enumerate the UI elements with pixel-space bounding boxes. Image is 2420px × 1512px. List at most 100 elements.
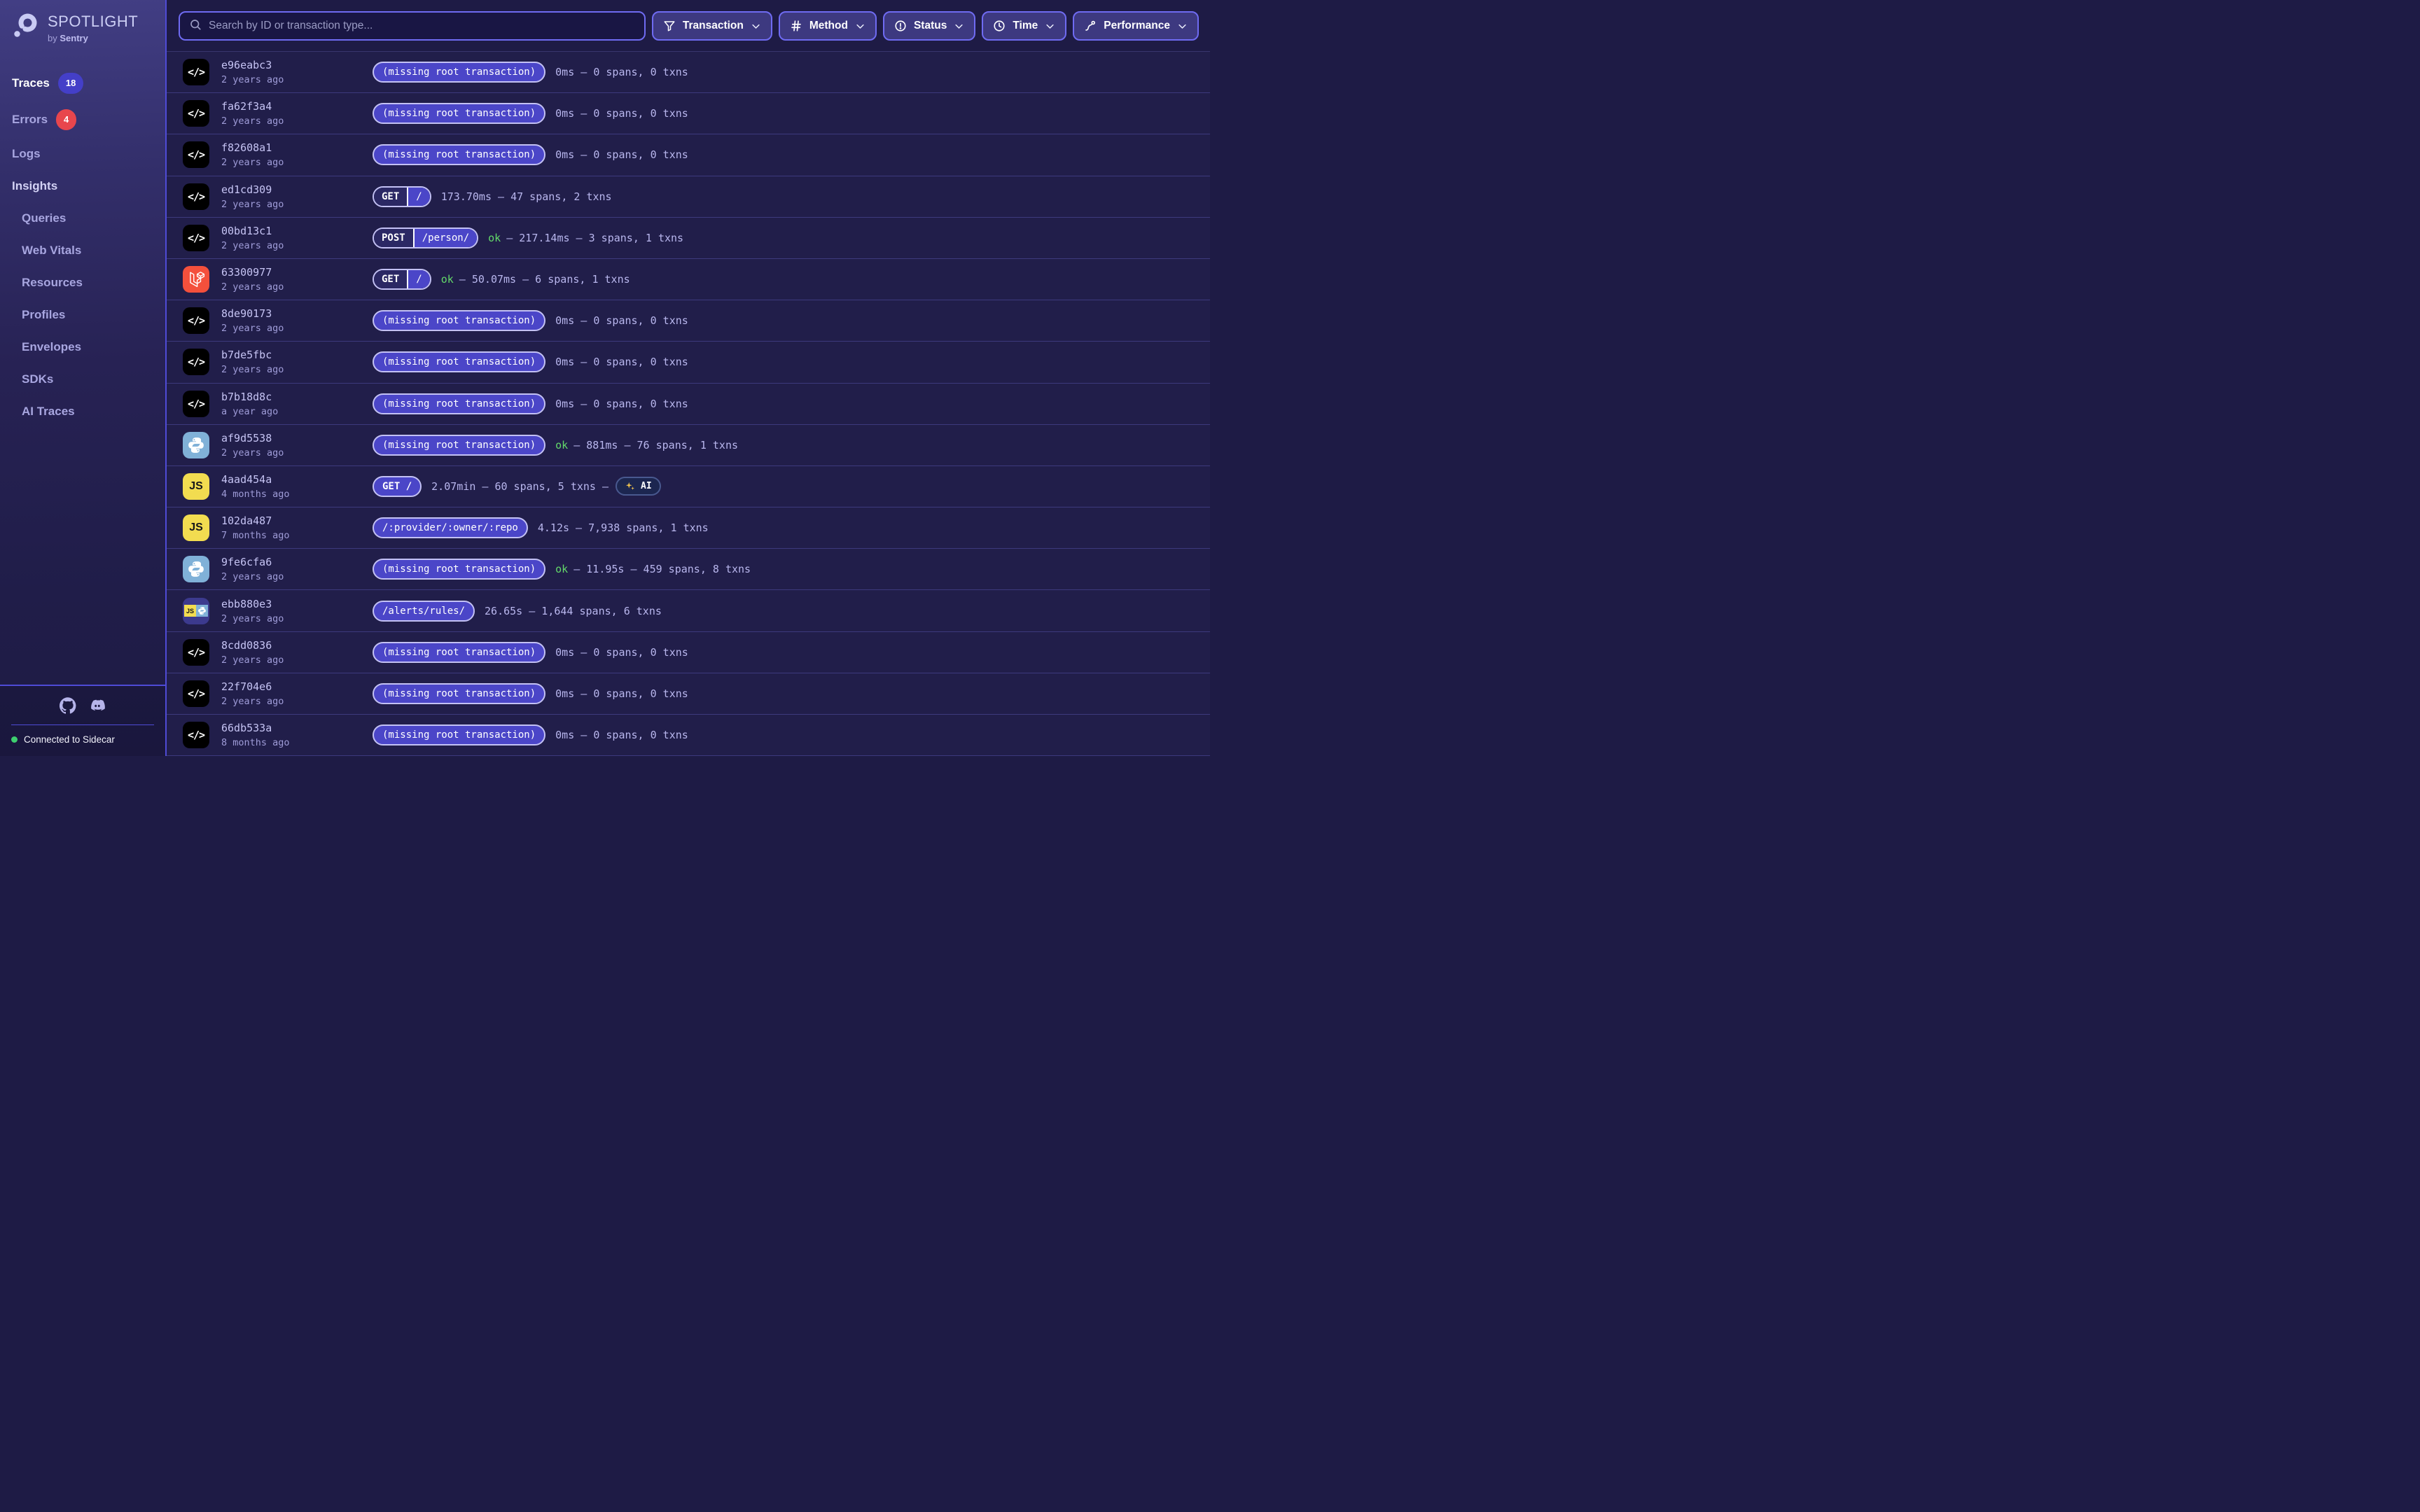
trace-row[interactable]: 633009772 years agoGET/ok— 50.07ms — 6 s… xyxy=(167,259,1210,300)
trace-id: af9d5538 xyxy=(221,432,373,444)
trace-row[interactable]: JSebb880e32 years ago/alerts/rules/26.65… xyxy=(167,590,1210,631)
trace-id: b7b18d8c xyxy=(221,391,373,403)
filter-button-time[interactable]: Time xyxy=(982,11,1066,41)
trace-meta: 8cdd08362 years ago xyxy=(221,639,373,666)
sidebar-item-queries[interactable]: Queries xyxy=(0,202,165,234)
code-icon: </> xyxy=(183,307,209,334)
sidebar-item-label: Profiles xyxy=(22,307,65,323)
trace-row[interactable]: </>22f704e62 years ago(missing root tran… xyxy=(167,673,1210,715)
trace-row[interactable]: </>fa62f3a42 years ago(missing root tran… xyxy=(167,93,1210,134)
stats-text: 0ms — 0 spans, 0 txns xyxy=(555,646,688,659)
chevron-down-icon xyxy=(855,21,865,31)
trace-stats: 0ms — 0 spans, 0 txns xyxy=(555,356,688,368)
sidebar-item-traces[interactable]: Traces18 xyxy=(0,65,165,102)
filter-button-method[interactable]: Method xyxy=(779,11,877,41)
sidebar-item-logs[interactable]: Logs xyxy=(0,138,165,170)
trace-age: 2 years ago xyxy=(221,115,373,127)
trace-row[interactable]: af9d55382 years ago(missing root transac… xyxy=(167,425,1210,466)
search-input[interactable] xyxy=(209,20,635,32)
trace-meta: ebb880e32 years ago xyxy=(221,598,373,624)
code-icon: </> xyxy=(183,141,209,168)
filter-bar: Transaction MethodStatusTime Performance xyxy=(652,11,1199,41)
trace-row[interactable]: </>b7de5fbc2 years ago(missing root tran… xyxy=(167,342,1210,383)
trace-meta: fa62f3a4 2 years ago xyxy=(221,100,373,127)
python-icon xyxy=(196,605,208,617)
main-panel: Transaction MethodStatusTime Performance <… xyxy=(167,0,1210,756)
trace-age: 2 years ago xyxy=(221,199,373,210)
github-icon[interactable] xyxy=(60,697,76,714)
method-segment: POST xyxy=(374,229,415,247)
trace-meta: 102da4877 months ago xyxy=(221,514,373,541)
trace-id: fa62f3a4 xyxy=(221,100,373,113)
trace-id: 22f704e6 xyxy=(221,680,373,693)
sidebar-item-label: Envelopes xyxy=(22,339,81,356)
method-segment: GET xyxy=(374,270,408,288)
search-box xyxy=(179,11,646,41)
transaction-badge: POST/person/ xyxy=(373,227,478,248)
trace-stats: 0ms — 0 spans, 0 txns xyxy=(555,729,688,741)
trace-age: 7 months ago xyxy=(221,530,373,541)
trace-stats: 2.07min — 60 spans, 5 txns — xyxy=(431,480,609,493)
clock-icon xyxy=(993,20,1006,32)
trace-row[interactable]: </>00bd13c12 years agoPOST/person/ok— 21… xyxy=(167,218,1210,259)
code-icon: </> xyxy=(183,349,209,375)
code-icon: </> xyxy=(183,183,209,210)
hash-icon xyxy=(790,20,802,32)
trace-row[interactable]: </>b7b18d8ca year ago(missing root trans… xyxy=(167,384,1210,425)
trace-id: f82608a1 xyxy=(221,141,373,154)
sidebar-item-resources[interactable]: Resources xyxy=(0,267,165,299)
footer-divider xyxy=(11,724,154,725)
ai-badge: AI xyxy=(616,477,661,496)
trace-row[interactable]: 9fe6cfa62 years ago(missing root transac… xyxy=(167,549,1210,590)
sidebar-item-insights[interactable]: Insights xyxy=(0,170,165,202)
filter-button-transaction[interactable]: Transaction xyxy=(652,11,772,41)
trace-meta: 4aad454a4 months ago xyxy=(221,473,373,500)
sidebar-item-envelopes[interactable]: Envelopes xyxy=(0,331,165,363)
sidebar-item-label: SDKs xyxy=(22,371,53,388)
sidebar-item-sdks[interactable]: SDKs xyxy=(0,363,165,396)
sidebar-item-label: Resources xyxy=(22,274,83,291)
ai-badge-label: AI xyxy=(641,481,652,491)
sidebar-item-ai-traces[interactable]: AI Traces xyxy=(0,396,165,428)
stats-text: 0ms — 0 spans, 0 txns xyxy=(555,687,688,700)
trace-age: 2 years ago xyxy=(221,323,373,334)
sidebar-item-label: Insights xyxy=(12,178,57,195)
trace-row[interactable]: </>8cdd08362 years ago(missing root tran… xyxy=(167,632,1210,673)
trace-row[interactable]: JS4aad454a4 months agoGET /2.07min — 60 … xyxy=(167,466,1210,507)
stats-text: 0ms — 0 spans, 0 txns xyxy=(555,356,688,368)
path-segment: /person/ xyxy=(415,229,477,247)
trace-meta: 8de901732 years ago xyxy=(221,307,373,334)
trace-row[interactable]: </>e96eabc32 years ago(missing root tran… xyxy=(167,52,1210,93)
trace-stats: 0ms — 0 spans, 0 txns xyxy=(555,646,688,659)
trace-age: 2 years ago xyxy=(221,240,373,251)
trace-stats: 0ms — 0 spans, 0 txns xyxy=(555,687,688,700)
sidebar-item-web-vitals[interactable]: Web Vitals xyxy=(0,234,165,267)
spotlight-app: SPOTLIGHT by Sentry Traces18Errors4LogsI… xyxy=(0,0,1210,756)
trace-row[interactable]: </> 8de901732 years ago(missing root tran… xyxy=(167,300,1210,342)
trace-row[interactable]: </>66db533a8 months ago(missing root tra… xyxy=(167,715,1210,756)
trace-row[interactable]: </>f82608a12 years ago(missing root tran… xyxy=(167,134,1210,176)
discord-icon[interactable] xyxy=(89,697,106,714)
trace-stats: 0ms — 0 spans, 0 txns xyxy=(555,107,688,120)
funnel-icon xyxy=(663,20,676,32)
filter-button-status[interactable]: Status xyxy=(883,11,975,41)
trace-meta: 9fe6cfa62 years ago xyxy=(221,556,373,582)
stats-text: — 881ms — 76 spans, 1 txns xyxy=(573,439,738,451)
sidebar-item-errors[interactable]: Errors4 xyxy=(0,102,165,138)
sidebar-count-badge: 4 xyxy=(56,109,76,130)
stats-text: 0ms — 0 spans, 0 txns xyxy=(555,148,688,161)
filter-label: Transaction xyxy=(683,20,744,32)
trace-meta: 633009772 years ago xyxy=(221,266,373,293)
trace-id: 9fe6cfa6 xyxy=(221,556,373,568)
stats-text: — 217.14ms — 3 spans, 1 txns xyxy=(506,232,683,244)
missing-root-transaction-badge: (missing root transaction) xyxy=(373,310,545,331)
sidebar-item-profiles[interactable]: Profiles xyxy=(0,299,165,331)
trace-row[interactable]: JS102da4877 months ago/:provider/:owner/… xyxy=(167,507,1210,549)
trace-row[interactable]: </>ed1cd3092 years agoGET/173.70ms — 47 … xyxy=(167,176,1210,218)
filter-button-performance[interactable]: Performance xyxy=(1073,11,1199,41)
filter-label: Performance xyxy=(1104,20,1170,32)
app-subtitle: by Sentry xyxy=(48,33,138,43)
stats-text: 4.12s — 7,938 spans, 1 txns xyxy=(538,522,709,534)
trace-id: 4aad454a xyxy=(221,473,373,486)
trace-age: 2 years ago xyxy=(221,74,373,85)
